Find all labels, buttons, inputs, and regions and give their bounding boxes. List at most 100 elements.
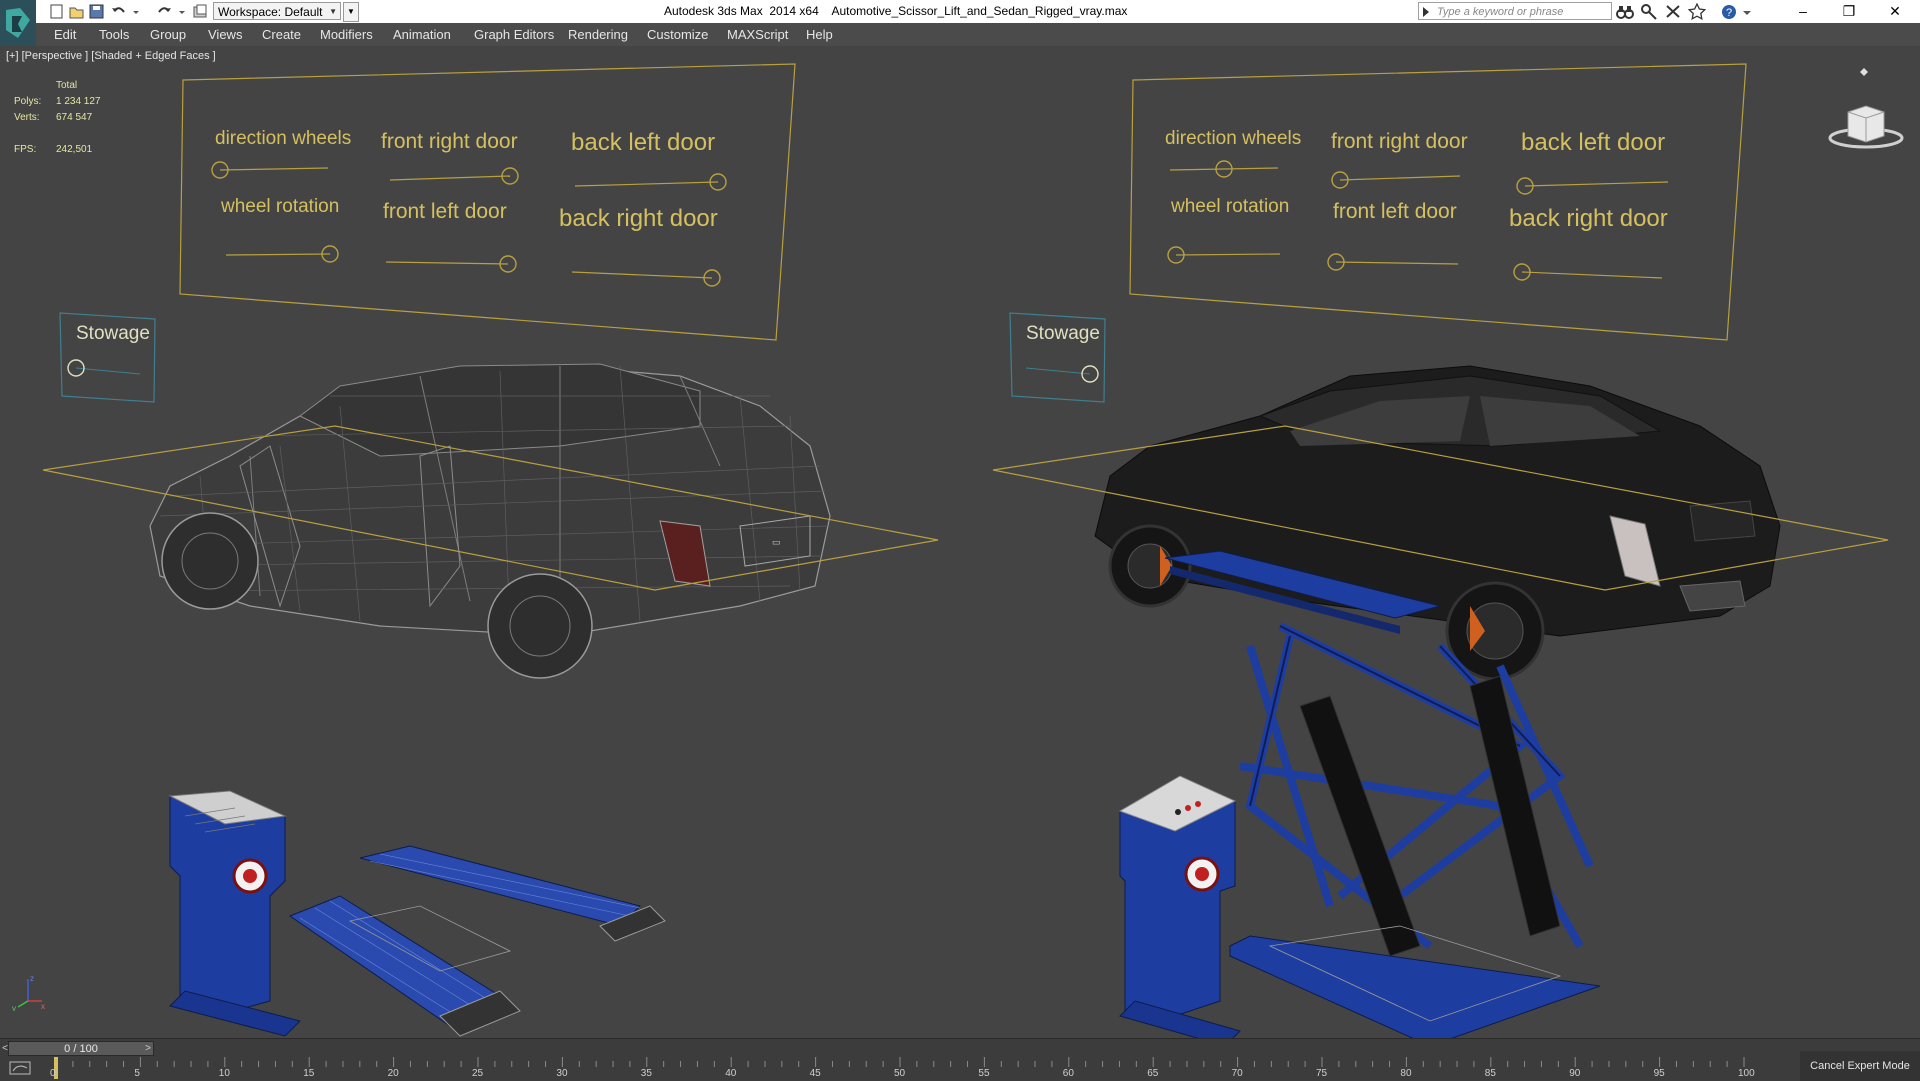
lowered-scissor-lift[interactable]: [168, 790, 666, 1037]
timeline-tick-label: 55: [978, 1068, 990, 1079]
favorites-star-icon[interactable]: [1687, 2, 1707, 21]
search-input[interactable]: Type a keyword or phrase: [1418, 2, 1612, 20]
timeline: < 0 / 100 > 0 5 10 15 20 25 30 35 40 45 50 55 60 65 70…: [0, 1038, 1920, 1081]
rendered-sedan[interactable]: [1094, 365, 1781, 681]
menu-bar: Edit Tools Group Views Create Modifiers …: [36, 23, 1920, 46]
menu-group[interactable]: Group: [150, 27, 186, 42]
timeline-tick-label: 70: [1231, 1068, 1243, 1079]
right-label-front-left-door: front left door: [1333, 200, 1457, 223]
timeline-tick-label: 45: [809, 1068, 821, 1079]
app-name: Autodesk 3ds Max 2014 x64: [664, 4, 819, 18]
right-slider-track-front-right-door: [1339, 175, 1461, 181]
rear-wheel: [487, 573, 593, 679]
minimize-button[interactable]: –: [1780, 0, 1826, 23]
project-folder-icon[interactable]: [192, 3, 209, 20]
right-slider-track-front-left-door: [1335, 261, 1459, 265]
help-dropdown-icon[interactable]: [1742, 3, 1752, 20]
left-slider-track-stowage: [75, 367, 141, 375]
undo-icon[interactable]: [110, 3, 127, 20]
left-label-stowage: Stowage: [76, 323, 150, 344]
right-label-wheel-rotation: wheel rotation: [1170, 196, 1289, 217]
left-label-wheel-rotation: wheel rotation: [220, 196, 339, 217]
right-slider-track-back-right-door: [1521, 271, 1663, 279]
app-menu-button[interactable]: [0, 0, 36, 46]
workspace-dropdown[interactable]: Workspace: Default ▼: [213, 2, 341, 20]
timeline-tick-label: 15: [303, 1068, 315, 1079]
view-cube-icon[interactable]: [1826, 68, 1906, 158]
timeline-tick-label: 40: [725, 1068, 737, 1079]
title-bar: Workspace: Default ▼ ▼ Autodesk 3ds Max …: [0, 0, 1920, 24]
time-slider[interactable]: 0 / 100: [8, 1041, 154, 1056]
menu-graph-editors[interactable]: Graph Editors: [474, 27, 554, 42]
timeline-tick-label: 60: [1062, 1068, 1074, 1079]
axis-tripod-icon: z x y: [12, 974, 45, 1011]
3ds-max-logo-icon: [6, 8, 30, 38]
scene-canvas[interactable]: direction wheels front right door back l…: [0, 46, 1920, 1038]
hydraulic-cylinder-left: [1299, 695, 1421, 957]
timeline-tick-label: 50: [894, 1068, 906, 1079]
menu-views[interactable]: Views: [208, 27, 242, 42]
right-slider-track-stowage: [1025, 367, 1091, 375]
right-label-back-right-door: back right door: [1509, 205, 1668, 232]
time-slider-frame: 0 / 100: [64, 1043, 98, 1055]
left-grid-plate-decor: ▭: [772, 537, 781, 547]
new-file-icon[interactable]: [48, 3, 65, 20]
restore-button[interactable]: ❐: [1826, 0, 1872, 23]
time-slider-next-icon[interactable]: >: [143, 1041, 153, 1056]
right-label-direction-wheels: direction wheels: [1165, 128, 1301, 149]
menu-rendering[interactable]: Rendering: [568, 27, 628, 42]
timeline-tick-label: 35: [640, 1068, 652, 1079]
svg-text:?: ?: [1726, 7, 1732, 19]
timeline-tick-label: 85: [1484, 1068, 1496, 1079]
expand-search-icon[interactable]: [1423, 7, 1429, 17]
save-icon[interactable]: [88, 3, 105, 20]
home-view-icon: [1860, 68, 1868, 76]
help-icon[interactable]: ?: [1720, 3, 1738, 20]
left-slider-track-back-left-door: [574, 181, 719, 187]
timeline-tick-label: 0: [50, 1068, 56, 1079]
front-wheel: [161, 512, 259, 610]
left-slider-track-front-left-door: [385, 261, 509, 265]
quick-access-dropdown[interactable]: ▼: [343, 2, 359, 22]
left-slider-track-direction-wheels: [219, 167, 329, 171]
menu-modifiers[interactable]: Modifiers: [320, 27, 373, 42]
menu-create[interactable]: Create: [262, 27, 301, 42]
timeline-tick-label: 10: [218, 1068, 230, 1079]
open-file-icon[interactable]: [68, 3, 85, 20]
timeline-tick-label: 30: [556, 1068, 568, 1079]
menu-customize[interactable]: Customize: [647, 27, 708, 42]
timeline-tick-label: 90: [1569, 1068, 1581, 1079]
left-control-panel: direction wheels front right door back l…: [59, 63, 796, 403]
undo-dropdown-icon[interactable]: [132, 3, 149, 20]
timeline-tick-label: 65: [1147, 1068, 1159, 1079]
open-mini-curve-editor-icon[interactable]: [8, 1059, 34, 1077]
timeline-tick-label: 25: [472, 1068, 484, 1079]
svg-text:x: x: [41, 1002, 45, 1011]
right-label-stowage: Stowage: [1026, 323, 1100, 344]
menu-animation[interactable]: Animation: [393, 27, 451, 42]
left-slider-track-front-right-door: [389, 175, 511, 181]
right-slider-track-back-left-door: [1524, 181, 1669, 187]
timeline-tick-label: 80: [1400, 1068, 1412, 1079]
file-name: Automotive_Scissor_Lift_and_Sedan_Rigged…: [831, 4, 1128, 18]
svg-text:y: y: [12, 1004, 16, 1011]
left-slider-track-back-right-door: [571, 271, 713, 279]
right-slider-track-wheel-rotation: [1175, 253, 1281, 256]
menu-tools[interactable]: Tools: [99, 27, 129, 42]
menu-help[interactable]: Help: [806, 27, 833, 42]
left-label-back-right-door: back right door: [559, 205, 718, 232]
communication-center-icon[interactable]: [1664, 3, 1682, 20]
timeline-tick-label: 5: [134, 1068, 140, 1079]
perspective-viewport[interactable]: [+] [Perspective ] [Shaded + Edged Faces…: [0, 46, 1920, 1038]
track-bar[interactable]: [40, 1057, 1780, 1081]
subscription-key-icon[interactable]: [1640, 3, 1658, 20]
redo-icon[interactable]: [156, 3, 173, 20]
timeline-tick-label: 95: [1653, 1068, 1665, 1079]
binoculars-icon[interactable]: [1616, 3, 1634, 20]
close-button[interactable]: ✕: [1872, 0, 1918, 23]
cancel-expert-mode-button[interactable]: Cancel Expert Mode: [1800, 1051, 1920, 1081]
svg-text:z: z: [30, 974, 34, 983]
menu-edit[interactable]: Edit: [54, 27, 76, 42]
wireframe-sedan[interactable]: ▭: [149, 363, 831, 679]
menu-maxscript[interactable]: MAXScript: [727, 27, 788, 42]
